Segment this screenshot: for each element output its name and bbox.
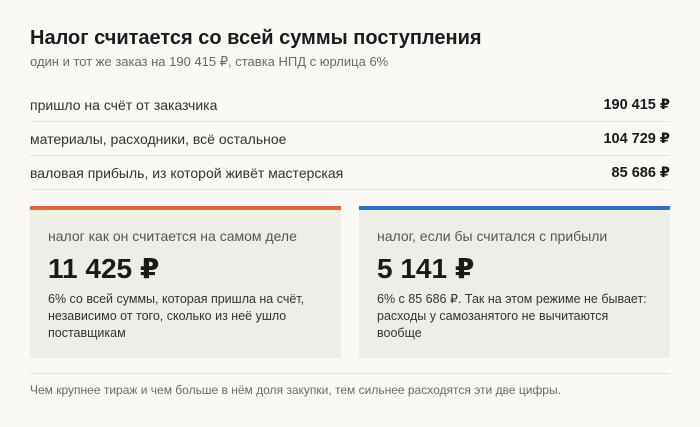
comparison-cards: налог как он считается на самом деле 11 … bbox=[30, 206, 670, 358]
breakdown-row-profit: валовая прибыль, из которой живёт мастер… bbox=[30, 156, 670, 190]
row-label: материалы, расходники, всё остальное bbox=[30, 130, 287, 147]
row-value: 85 686 ₽ bbox=[611, 164, 670, 181]
breakdown-table: пришло на счёт от заказчика 190 415 ₽ ма… bbox=[30, 88, 670, 190]
breakdown-row-income: пришло на счёт от заказчика 190 415 ₽ bbox=[30, 88, 670, 122]
row-label: пришло на счёт от заказчика bbox=[30, 96, 218, 113]
breakdown-row-expenses: материалы, расходники, всё остальное 104… bbox=[30, 122, 670, 156]
card-accent-bar bbox=[30, 206, 341, 210]
card-actual-tax: налог как он считается на самом деле 11 … bbox=[30, 206, 341, 358]
page-subtitle: один и тот же заказ на 190 415 ₽, ставка… bbox=[30, 54, 389, 69]
footnote: Чем крупнее тираж и чем больше в нём дол… bbox=[30, 383, 561, 397]
card-amount: 11 425 ₽ bbox=[48, 253, 160, 284]
card-label: налог как он считается на самом деле bbox=[48, 228, 297, 244]
row-label: валовая прибыль, из которой живёт мастер… bbox=[30, 164, 344, 181]
divider bbox=[30, 373, 670, 374]
page-title: Налог считается со всей суммы поступлени… bbox=[30, 27, 482, 49]
card-accent-bar bbox=[359, 206, 670, 210]
row-value: 190 415 ₽ bbox=[603, 96, 670, 113]
card-hypothetical-tax: налог, если бы считался с прибыли 5 141 … bbox=[359, 206, 670, 358]
card-note: 6% со всей суммы, которая пришла на счёт… bbox=[48, 292, 305, 340]
card-label: налог, если бы считался с прибыли bbox=[377, 228, 608, 244]
row-value: 104 729 ₽ bbox=[603, 130, 670, 147]
card-amount: 5 141 ₽ bbox=[377, 253, 475, 284]
card-note: 6% с 85 686 ₽. Так на этом режиме не быв… bbox=[377, 292, 647, 340]
